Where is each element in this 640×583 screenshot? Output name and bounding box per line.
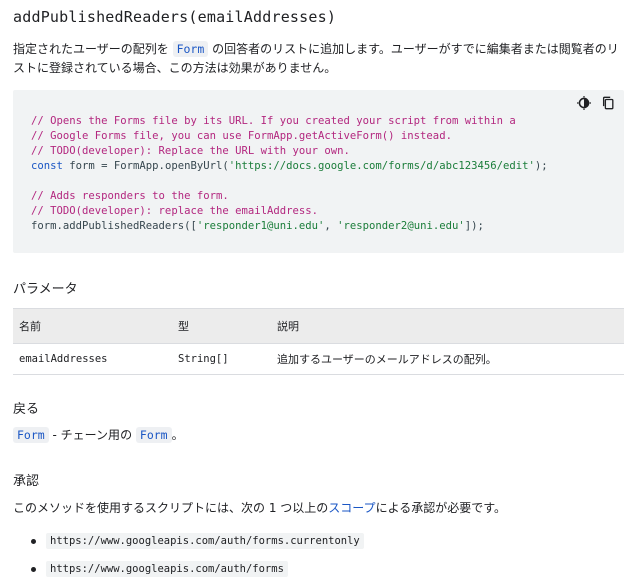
description-text: 指定されたユーザーの配列を (13, 42, 173, 56)
scope-url: https://www.googleapis.com/auth/forms (46, 561, 288, 577)
list-item: https://www.googleapis.com/auth/forms.cu… (26, 527, 364, 555)
auth-heading: 承認 (13, 474, 40, 489)
auth-text: このメソッドを使用するスクリプトには、次の 1 つ以上の (13, 501, 329, 515)
scope-list: https://www.googleapis.com/auth/forms.cu… (26, 527, 364, 583)
code-comment: // Adds responders to the form. (31, 190, 229, 202)
returns-description: Form - チェーン用の Form。 (13, 426, 184, 443)
code-text: ]); (464, 220, 484, 232)
form-chain-link[interactable]: Form (135, 427, 172, 443)
param-name: emailAddresses (13, 343, 172, 375)
col-header-name: 名前 (13, 308, 172, 344)
param-desc: 追加するユーザーのメールアドレスの配列。 (271, 343, 624, 375)
code-toolbar (577, 96, 615, 110)
col-header-desc: 説明 (271, 308, 624, 344)
method-description: 指定されたユーザーの配列を Form の回答者のリストに追加します。ユーザーがす… (13, 40, 625, 78)
param-type: String[] (172, 343, 271, 375)
params-heading: パラメータ (13, 282, 78, 297)
form-class-link[interactable]: Form (172, 41, 209, 57)
method-signature: addPublishedReaders(emailAddresses) (13, 8, 337, 26)
scope-url: https://www.googleapis.com/auth/forms.cu… (46, 533, 364, 549)
code-comment: // TODO(developer): Replace the URL with… (31, 145, 350, 157)
code-string: 'responder1@uni.edu' (196, 220, 325, 232)
col-header-type: 型 (172, 308, 271, 344)
form-return-link[interactable]: Form (13, 427, 49, 443)
copy-icon[interactable] (601, 96, 615, 110)
theme-toggle-icon[interactable] (577, 96, 591, 110)
scopes-link[interactable]: スコープ (328, 501, 375, 515)
code-string: 'https://docs.google.com/forms/d/abc1234… (228, 160, 535, 172)
code-string: 'responder2@uni.edu' (337, 220, 465, 232)
params-table: 名前 型 説明 emailAddresses String[] 追加するユーザー… (13, 308, 624, 375)
code-lines: // Opens the Forms file by its URL. If y… (31, 114, 548, 234)
code-text: form.addPublishedReaders([ (31, 220, 197, 232)
code-keyword: const (31, 160, 63, 172)
code-text: form = FormApp.openByUrl( (62, 160, 229, 172)
returns-end: 。 (171, 428, 184, 442)
code-sample: // Opens the Forms file by its URL. If y… (13, 90, 624, 253)
code-comment: // TODO(developer): replace the emailAdd… (31, 205, 319, 217)
code-text: , (324, 220, 338, 232)
code-comment: // Opens the Forms file by its URL. If y… (31, 115, 516, 127)
auth-text: による承認が必要です。 (375, 501, 507, 515)
code-text: ); (534, 160, 548, 172)
auth-description: このメソッドを使用するスクリプトには、次の 1 つ以上のスコープによる承認が必要… (13, 499, 506, 516)
list-item: https://www.googleapis.com/auth/forms (26, 555, 364, 583)
returns-heading: 戻る (13, 402, 40, 417)
code-comment: // Google Forms file, you can use FormAp… (31, 130, 452, 142)
table-header-row: 名前 型 説明 (13, 308, 624, 344)
returns-text: - チェーン用の (48, 428, 136, 442)
table-row: emailAddresses String[] 追加するユーザーのメールアドレス… (13, 343, 624, 375)
